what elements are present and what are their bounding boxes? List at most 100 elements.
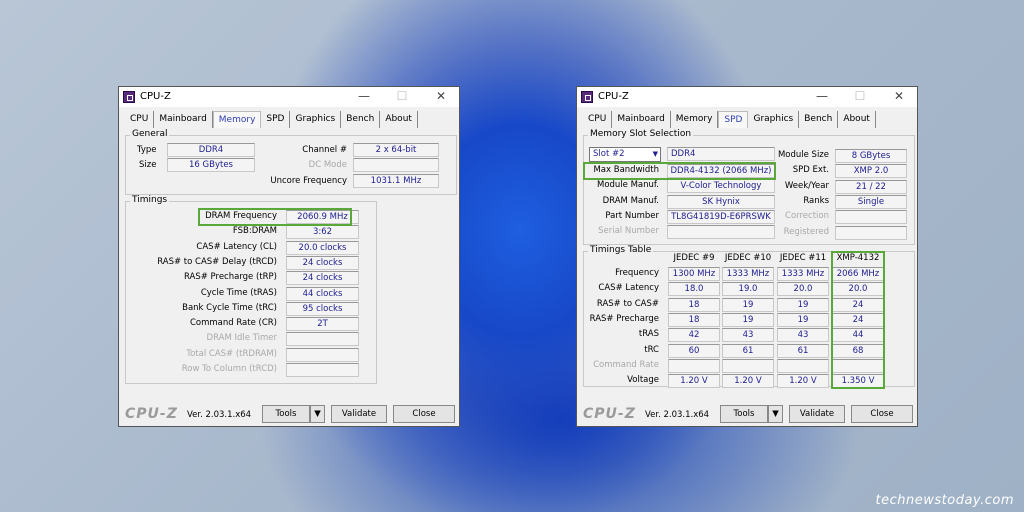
spd-value: V-Color Technology [667, 179, 775, 194]
timings-cell: 18 [668, 297, 720, 312]
cpuz-window-spd: CPU-Z — ☐ ✕ CPU Mainboard Memory SPD Graphics Be… [576, 86, 918, 427]
timings-row-label: Voltage [627, 375, 659, 386]
timings-cell: 19 [777, 312, 829, 327]
spd-label: Module Manuf. [596, 180, 659, 191]
close-button[interactable]: ✕ [431, 89, 451, 103]
close-button[interactable]: ✕ [889, 89, 909, 103]
tab-bench[interactable]: Bench [341, 111, 381, 128]
maximize-button[interactable]: ☐ [392, 89, 412, 103]
timings-cell: 1.20 V [668, 374, 720, 389]
tab-cpu[interactable]: CPU [583, 111, 613, 128]
general-label: General [130, 129, 170, 139]
validate-button[interactable]: Validate [331, 405, 387, 423]
timings-cell [668, 358, 720, 373]
spd-value: 8 GBytes [835, 149, 907, 163]
channel-label: Channel # [302, 145, 347, 155]
spd-label: Registered [783, 226, 829, 237]
column-header: JEDEC #9 [673, 253, 715, 263]
tab-mainboard[interactable]: Mainboard [154, 111, 213, 128]
tools-button[interactable]: Tools [720, 405, 768, 423]
tab-memory[interactable]: Memory [671, 111, 719, 128]
timing-value [286, 363, 359, 377]
spd-label: Correction [785, 211, 829, 222]
timings-row-label: tRC [644, 344, 659, 355]
spd-label: Week/Year [784, 180, 829, 191]
timings-cell [722, 358, 774, 373]
dcmode-label: DC Mode [308, 160, 347, 170]
timing-label: DRAM Idle Timer [206, 333, 277, 344]
timing-label: FSB:DRAM [232, 226, 277, 237]
timings-cell: 1.20 V [722, 374, 774, 389]
size-value: 16 GBytes [167, 158, 255, 172]
timing-value: 24 clocks [286, 271, 359, 286]
timings-cell: 1300 MHz [668, 267, 720, 281]
timings-row-label: RAS# to CAS# [596, 298, 659, 309]
maximize-button[interactable]: ☐ [850, 89, 870, 103]
timings-cell: 61 [722, 343, 774, 358]
tab-cpu[interactable]: CPU [125, 111, 155, 128]
title-bar[interactable]: CPU-Z — ☐ ✕ [577, 87, 917, 107]
version-label: Ver. 2.03.1.x64 [645, 410, 710, 420]
timings-cell: 19 [722, 297, 774, 312]
close-app-button[interactable]: Close [393, 405, 455, 423]
tools-dropdown-button[interactable]: ▼ [768, 405, 783, 423]
timings-table-label: Timings Table [588, 245, 654, 255]
watermark: technewstoday.com [875, 493, 1014, 508]
timing-label: Command Rate (CR) [189, 318, 277, 329]
tab-bench[interactable]: Bench [799, 111, 839, 128]
tab-graphics[interactable]: Graphics [748, 111, 800, 128]
cpuz-window-memory: CPU-Z — ☐ ✕ CPU Mainboard Memory SPD Graphics Be… [118, 86, 460, 427]
timing-label: Total CAS# (tRDRAM) [186, 348, 277, 359]
channel-value: 2 x 64-bit [353, 143, 439, 157]
max-bandwidth-highlight [583, 162, 776, 180]
timings-cell: 1.20 V [777, 374, 829, 389]
window-title: CPU-Z [598, 91, 629, 102]
timings-cell: 18.0 [668, 282, 720, 297]
tools-dropdown-button[interactable]: ▼ [310, 405, 325, 423]
timing-label: Bank Cycle Time (tRC) [182, 302, 277, 313]
spd-value: Single [835, 194, 907, 209]
minimize-button[interactable]: — [812, 89, 832, 103]
uncore-value: 1031.1 MHz [353, 174, 439, 188]
window-title: CPU-Z [140, 91, 171, 102]
minimize-button[interactable]: — [354, 89, 374, 103]
dcmode-value [353, 158, 439, 172]
tab-bar: CPU Mainboard Memory SPD Graphics Bench About [583, 111, 876, 128]
timings-cell [777, 358, 829, 373]
timing-value: 95 clocks [286, 301, 359, 316]
title-bar[interactable]: CPU-Z — ☐ ✕ [119, 87, 459, 107]
timing-value: 44 clocks [286, 286, 359, 301]
dram-frequency-highlight [198, 208, 352, 226]
spd-label: Serial Number [598, 226, 659, 237]
tab-memory[interactable]: Memory [212, 111, 262, 128]
spd-value: 21 / 22 [835, 179, 907, 194]
timings-cell: 43 [777, 328, 829, 343]
tab-mainboard[interactable]: Mainboard [612, 111, 671, 128]
column-header: JEDEC #11 [779, 253, 827, 263]
tab-about[interactable]: About [838, 111, 876, 128]
spd-label: DRAM Manuf. [602, 195, 659, 206]
spd-label: Module Size [777, 150, 829, 160]
type-value: DDR4 [167, 143, 255, 157]
close-app-button[interactable]: Close [851, 405, 913, 423]
spd-value: TL8G41819D-E6PRSWK [667, 209, 775, 224]
spd-value [835, 225, 907, 240]
app-icon [123, 91, 135, 103]
tab-spd[interactable]: SPD [261, 111, 291, 128]
timings-cell: 18 [668, 312, 720, 327]
tools-button[interactable]: Tools [262, 405, 310, 423]
timings-cell: 60 [668, 343, 720, 358]
tab-spd[interactable]: SPD [718, 111, 749, 128]
bottom-bar: CPU-Z Ver. 2.03.1.x64 Tools ▼ Validate Close [119, 403, 459, 427]
timings-cell: 20.0 [777, 282, 829, 297]
slot-select-value: Slot #2 [593, 149, 625, 159]
timing-value: 24 clocks [286, 255, 359, 270]
slot-select[interactable]: Slot #2 ▼ [589, 147, 661, 162]
timings-row-label: tRAS [638, 329, 659, 340]
validate-button[interactable]: Validate [789, 405, 845, 423]
timings-cell: 19.0 [722, 282, 774, 297]
tab-about[interactable]: About [380, 111, 418, 128]
tab-graphics[interactable]: Graphics [290, 111, 342, 128]
bottom-bar: CPU-Z Ver. 2.03.1.x64 Tools ▼ Validate Close [577, 403, 917, 427]
timings-cell: 43 [722, 328, 774, 343]
